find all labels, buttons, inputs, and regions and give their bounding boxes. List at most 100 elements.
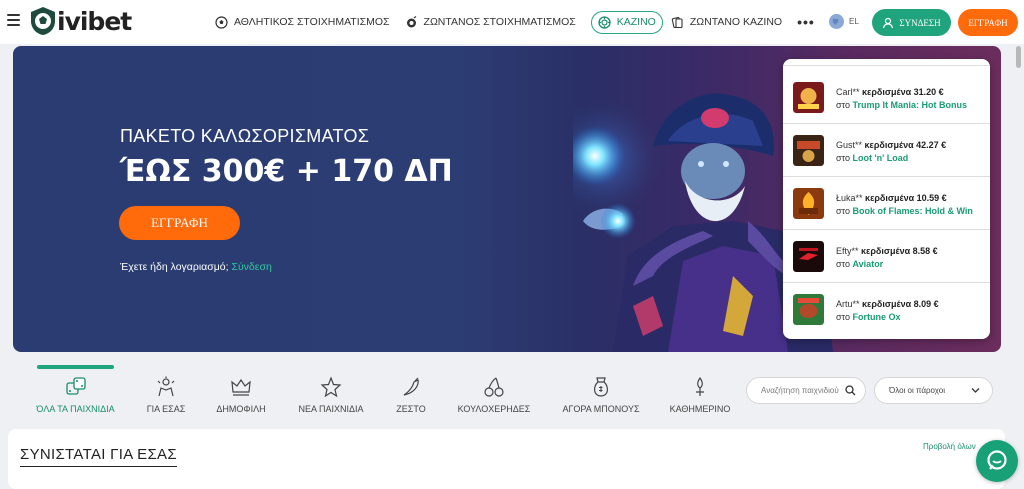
nav-item-label: ΖΩΝΤΑΝΟΣ ΣΤΟΙΧΗΜΑΤΙΣΜΟΣ: [423, 16, 576, 28]
category-label: ΚΟΥΛΟΧΕΡΗΔΕΣ: [457, 404, 531, 414]
globe-icon: [829, 14, 844, 29]
at-label: στο: [836, 153, 850, 163]
hero-title: ΠΑΚΕΤΟ ΚΑΛΩΣΟΡΙΣΜΑΤΟΣ: [120, 126, 370, 146]
tab-new-games[interactable]: ΝΕΑ ΠΑΙΧΝΙΔΙΑ: [297, 364, 365, 420]
register-label: ΕΓΓΡΑΦΗ: [968, 17, 1008, 28]
game-link[interactable]: Book of Flames: Hold & Win: [853, 206, 973, 216]
tab-slots[interactable]: ΚΟΥΛΟΧΕΡΗΔΕΣ: [456, 364, 532, 420]
win-line: Artu** κερδισμένα 8.09 €: [836, 299, 939, 309]
money-bag-icon: [594, 377, 608, 397]
scrollbar-thumb[interactable]: [1016, 46, 1021, 68]
game-line: στο Fortune Ox: [836, 312, 901, 322]
main-nav: ΑΘΛΗΤΙΚΟΣ ΣΤΟΙΧΗΜΑΤΙΣΜΟΣ ΖΩΝΤΑΝΟΣ ΣΤΟΙΧΗ…: [215, 9, 830, 35]
hero-amount: ΈΩΣ 300€ + 170 ΔΠ: [120, 154, 453, 189]
game-line: στο Book of Flames: Hold & Win: [836, 206, 973, 216]
won-label: κερδισμένα: [865, 193, 915, 203]
win-amount: 31.20 €: [913, 87, 944, 97]
player-name: Efty**: [836, 246, 859, 256]
win-line: Łuka** κερδισμένα 10.59 €: [836, 193, 947, 203]
list-item[interactable]: Artu** κερδισμένα 8.09 € στο Fortune Ox: [783, 283, 990, 336]
search-icon[interactable]: [845, 385, 856, 396]
page-scrollbar[interactable]: [1013, 44, 1024, 481]
nav-item-casino[interactable]: ΚΑΖΙΝΟ: [590, 10, 663, 34]
category-label: ΑΓΟΡΑ ΜΠΟΝΟΥΣ: [562, 404, 640, 414]
list-item[interactable]: Gust** κερδισμένα 42.27 € στο Loot 'n' L…: [783, 124, 990, 177]
nav-item-live-casino[interactable]: ΖΩΝΤΑΝΟ ΚΑΖΙΝΟ: [671, 16, 782, 29]
game-thumbnail: [793, 82, 824, 113]
game-line: στο Trump It Mania: Hot Bonus: [836, 100, 967, 110]
category-label: ΝΕΑ ΠΑΙΧΝΙΔΙΑ: [298, 404, 364, 414]
tab-buy-bonus[interactable]: ΑΓΟΡΑ ΜΠΟΝΟΥΣ: [561, 364, 641, 420]
live-ball-icon: [405, 15, 418, 29]
logo-shield-icon: [31, 7, 55, 35]
category-label: ΔΗΜΟΦΙΛΗ: [216, 404, 266, 414]
player-name: Artu**: [836, 299, 860, 309]
won-label: κερδισμένα: [862, 87, 912, 97]
tab-daily[interactable]: ΚΑΘΗΜΕΡΙΝΟ: [669, 364, 731, 420]
language-code: EL: [849, 17, 859, 26]
thumbs-up-icon: [157, 376, 175, 397]
at-label: στο: [836, 100, 850, 110]
nav-item-label: ΑΘΛΗΤΙΚΟΣ ΣΤΟΙΧΗΜΑΤΙΣΜΟΣ: [234, 16, 390, 28]
nav-item-label: ΚΑΖΙΝΟ: [616, 16, 656, 28]
provider-value: Όλοι οι πάροχοι: [889, 386, 945, 395]
nav-item-live-sports[interactable]: ΖΩΝΤΑΝΟΣ ΣΤΟΙΧΗΜΑΤΙΣΜΟΣ: [405, 15, 576, 29]
cherries-icon: [484, 377, 504, 397]
chat-bubble-icon: [987, 450, 1007, 470]
won-label: κερδισμένα: [861, 246, 911, 256]
tab-hot[interactable]: ΖΕΣΤΟ: [395, 364, 427, 420]
tab-all-games[interactable]: ΌΛΑ ΤΑ ΠΑΙΧΝΙΔΙΑ: [36, 364, 115, 420]
casino-chip-icon: [598, 15, 611, 29]
chili-pepper-icon: [403, 377, 419, 396]
soccer-ball-icon: [215, 15, 228, 29]
login-label: ΣΥΝΔΕΣΗ: [899, 17, 941, 28]
chat-button[interactable]: [976, 440, 1018, 482]
game-thumbnail: [793, 188, 824, 219]
nav-item-sports[interactable]: ΑΘΛΗΤΙΚΟΣ ΣΤΟΙΧΗΜΑΤΙΣΜΟΣ: [215, 15, 390, 29]
game-line: στο Aviator: [836, 259, 883, 269]
top-bar: ivibet ΑΘΛΗΤΙΚΟΣ ΣΤΟΙΧΗΜΑΤΙΣΜΟΣ ΖΩΝΤΑΝΟΣ…: [0, 0, 1024, 44]
game-link[interactable]: Aviator: [853, 259, 884, 269]
list-item[interactable]: Efty** κερδισμένα 8.58 € στο Aviator: [783, 230, 990, 283]
player-name: Gust**: [836, 140, 863, 150]
at-label: στο: [836, 312, 850, 322]
won-label: κερδισμένα: [864, 140, 914, 150]
view-all-link[interactable]: Προβολή όλων: [923, 442, 976, 451]
hero-register-label: ΕΓΓΡΑΦΗ: [151, 215, 208, 230]
player-name: Carl**: [836, 87, 860, 97]
win-amount: 42.27 €: [916, 140, 947, 150]
language-selector[interactable]: EL: [829, 14, 859, 29]
game-link[interactable]: Trump It Mania: Hot Bonus: [853, 100, 968, 110]
game-link[interactable]: Loot 'n' Load: [853, 153, 909, 163]
star-icon: [320, 376, 342, 398]
game-search[interactable]: Αναζήτηση παιχνιδιού: [746, 377, 866, 404]
login-button[interactable]: ΣΥΝΔΕΣΗ: [872, 9, 951, 36]
hero-login-link[interactable]: Σύνδεση: [231, 261, 271, 273]
hero-account-prompt: Έχετε ήδη λογαριασμό; Σύνδεση: [120, 261, 272, 273]
category-label: ΓΙΑ ΕΣΑΣ: [146, 404, 186, 414]
win-amount: 10.59 €: [916, 193, 947, 203]
search-input[interactable]: Αναζήτηση παιχνιδιού: [761, 386, 839, 395]
list-item[interactable]: Łuka** κερδισμένα 10.59 € στο Book of Fl…: [783, 177, 990, 230]
menu-icon[interactable]: [7, 14, 20, 26]
tab-for-you[interactable]: ΓΙΑ ΕΣΑΣ: [140, 364, 192, 420]
logo[interactable]: ivibet: [30, 6, 132, 36]
tab-popular[interactable]: ΔΗΜΟΦΙΛΗ: [211, 364, 271, 420]
win-line: Efty** κερδισμένα 8.58 €: [836, 246, 938, 256]
at-label: στο: [836, 259, 850, 269]
game-line: στο Loot 'n' Load: [836, 153, 908, 163]
win-amount: 8.09 €: [913, 299, 939, 309]
list-item[interactable]: Carl** κερδισμένα 31.20 € στο Trump It M…: [783, 71, 990, 124]
dice-icon: [65, 377, 86, 395]
user-icon: [883, 17, 894, 28]
hero-register-button[interactable]: ΕΓΓΡΑΦΗ: [119, 206, 240, 240]
register-button[interactable]: ΕΓΓΡΑΦΗ: [958, 9, 1018, 36]
list-item: [783, 59, 990, 66]
nav-item-label: ΖΩΝΤΑΝΟ ΚΑΖΙΝΟ: [689, 16, 783, 28]
win-line: Gust** κερδισμένα 42.27 €: [836, 140, 946, 150]
nav-more-button[interactable]: •••: [797, 14, 815, 30]
recent-wins-panel: Carl** κερδισμένα 31.20 € στο Trump It M…: [783, 59, 990, 339]
game-link[interactable]: Fortune Ox: [853, 312, 901, 322]
provider-select[interactable]: Όλοι οι πάροχοι: [874, 377, 993, 404]
crown-icon: [231, 378, 251, 396]
